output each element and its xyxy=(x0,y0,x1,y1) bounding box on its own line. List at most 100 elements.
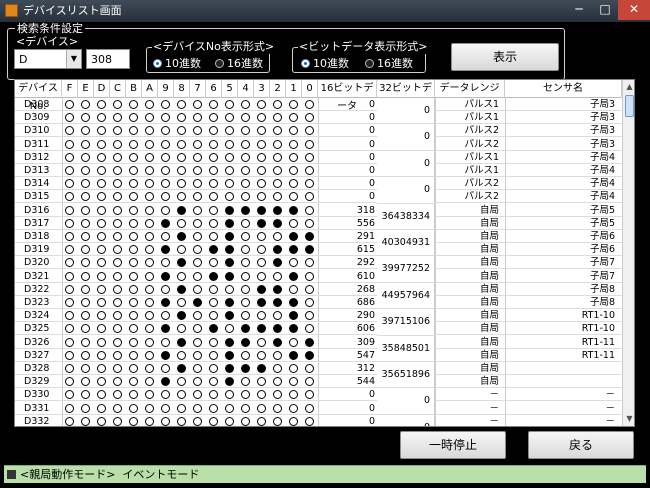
bit-off-icon xyxy=(257,139,266,149)
table-row[interactable]: D327 547 自局 RT1-11 xyxy=(15,349,622,362)
table-row[interactable]: D330 0 － － xyxy=(15,388,622,402)
column-header: 5 xyxy=(222,80,238,98)
display-button[interactable]: 表示 xyxy=(451,43,559,71)
table-row[interactable]: D326 309 自局 RT1-11 xyxy=(15,336,622,349)
sensor-name-cell: 子局4 xyxy=(589,151,615,163)
bit-off-icon xyxy=(81,298,90,307)
column-header: E xyxy=(78,80,94,98)
table-row[interactable]: D318 291 自局 子局6 xyxy=(15,230,622,243)
bit-off-icon xyxy=(177,166,186,175)
devno-decimal-radio[interactable]: 10進数 xyxy=(153,55,201,70)
bit-off-icon xyxy=(145,350,154,360)
maximize-button[interactable]: □ xyxy=(592,0,618,20)
chevron-down-icon[interactable]: ▼ xyxy=(66,50,81,68)
back-button[interactable]: 戻る xyxy=(528,431,634,459)
minimize-button[interactable]: ─ xyxy=(566,0,592,20)
bit-off-icon xyxy=(193,271,202,281)
table-row[interactable]: D315 0 パルス2 子局4 xyxy=(15,190,622,204)
table-row[interactable]: D324 290 自局 RT1-10 xyxy=(15,309,622,323)
bit-off-icon xyxy=(177,324,186,334)
value-32bit-cell: 0 xyxy=(377,388,435,415)
device-list-table[interactable]: デバイスNo.FEDCBA987654321016ビットデータ32ビットデータデ… xyxy=(14,79,635,427)
table-row[interactable]: D313 0 パルス1 子局4 xyxy=(15,164,622,177)
table-row[interactable]: D316 318 自局 子局5 xyxy=(15,204,622,217)
bit-off-icon xyxy=(209,192,218,202)
devno-hex-label: 16進数 xyxy=(227,57,263,70)
bitdata-hex-radio[interactable]: 16進数 xyxy=(365,55,413,70)
data-range-cell: パルス1 xyxy=(464,112,499,124)
bit-off-icon xyxy=(289,377,298,387)
bit-off-icon xyxy=(161,179,170,189)
bit-on-icon xyxy=(289,311,298,321)
bit-off-icon xyxy=(145,298,154,307)
table-row[interactable]: D312 0 パルス1 子局4 xyxy=(15,151,622,164)
column-header: 32ビットデータ xyxy=(377,80,435,112)
table-row[interactable]: D328 312 自局 xyxy=(15,362,622,375)
value-32bit-cell: 40304931 xyxy=(377,230,435,257)
close-button[interactable]: ✕ xyxy=(618,0,650,20)
devno-hex-radio[interactable]: 16進数 xyxy=(215,55,263,70)
data-range-cell: 自局 xyxy=(479,323,499,335)
bit-off-icon xyxy=(81,377,90,387)
device-no-cell: D314 xyxy=(24,178,50,190)
table-row[interactable]: D314 0 パルス2 子局4 xyxy=(15,177,622,191)
bit-off-icon xyxy=(193,179,202,189)
sensor-name-cell: 子局7 xyxy=(589,257,615,269)
table-row[interactable]: D320 292 自局 子局7 xyxy=(15,256,622,270)
table-row[interactable]: D311 0 パルス2 子局3 xyxy=(15,138,622,151)
table-row[interactable]: D332 0 － － xyxy=(15,415,622,426)
column-header: センサ名 xyxy=(505,80,622,98)
scroll-thumb[interactable] xyxy=(625,95,634,117)
bit-off-icon xyxy=(97,403,106,413)
table-row[interactable]: D309 0 パルス1 子局3 xyxy=(15,111,622,125)
table-row[interactable]: D322 268 自局 子局8 xyxy=(15,283,622,296)
table-row[interactable]: D331 0 － － xyxy=(15,402,622,415)
table-row[interactable]: D323 686 自局 子局8 xyxy=(15,296,622,309)
table-row[interactable]: D310 0 パルス2 子局3 xyxy=(15,124,622,138)
device-no-cell: D309 xyxy=(24,112,50,124)
bit-off-icon xyxy=(289,284,298,294)
table-row[interactable]: D325 606 自局 RT1-10 xyxy=(15,322,622,336)
title-bar[interactable]: デバイスリスト画面 ─ □ ✕ xyxy=(0,0,650,22)
pause-button[interactable]: 一時停止 xyxy=(400,431,506,459)
column-header: 7 xyxy=(190,80,206,98)
column-header: 0 xyxy=(302,80,318,98)
bit-off-icon xyxy=(209,139,218,149)
bit-off-icon xyxy=(177,139,186,149)
bit-on-icon xyxy=(177,284,186,294)
table-row[interactable]: D329 544 自局 xyxy=(15,375,622,389)
value-32bit-text: 44957964 xyxy=(381,289,430,301)
value-16bit-cell: 0 xyxy=(368,389,375,401)
vertical-scrollbar[interactable]: ▲ ▼ xyxy=(622,80,634,426)
data-range-cell: パルス2 xyxy=(464,178,499,190)
bitdata-decimal-radio[interactable]: 10進数 xyxy=(301,55,349,70)
value-16bit-cell: 291 xyxy=(356,231,375,242)
scroll-down-icon[interactable]: ▼ xyxy=(623,412,634,426)
data-range-cell: － xyxy=(489,402,499,414)
bit-off-icon xyxy=(305,284,314,294)
device-number-input[interactable]: 308 xyxy=(86,49,130,69)
bit-off-icon xyxy=(97,258,106,268)
table-row[interactable]: D321 610 自局 子局7 xyxy=(15,270,622,283)
value-32bit-text: 35651896 xyxy=(381,369,430,380)
bit-off-icon xyxy=(129,192,138,202)
sensor-name-cell xyxy=(507,375,615,388)
table-row[interactable]: D319 615 自局 子局6 xyxy=(15,243,622,257)
bit-off-icon xyxy=(81,364,90,373)
table-row[interactable]: D317 556 自局 子局5 xyxy=(15,217,622,230)
device-no-cell: D329 xyxy=(24,376,50,388)
bit-off-icon xyxy=(193,192,202,202)
data-range-cell: 自局 xyxy=(479,363,499,374)
data-range-cell: 自局 xyxy=(479,336,499,348)
status-text: <親局動作モード> イベントモード xyxy=(20,468,200,481)
bit-on-icon xyxy=(209,324,218,334)
bit-off-icon xyxy=(177,218,186,228)
table-row[interactable]: D308 0 パルス1 子局3 xyxy=(15,98,622,111)
device-type-select[interactable]: D ▼ xyxy=(14,49,82,69)
data-range-cell: パルス2 xyxy=(464,125,499,137)
bit-off-icon xyxy=(209,416,218,426)
bit-off-icon xyxy=(145,337,154,347)
scroll-up-icon[interactable]: ▲ xyxy=(623,80,634,94)
bit-off-icon xyxy=(273,152,282,162)
bit-off-icon xyxy=(177,416,186,426)
